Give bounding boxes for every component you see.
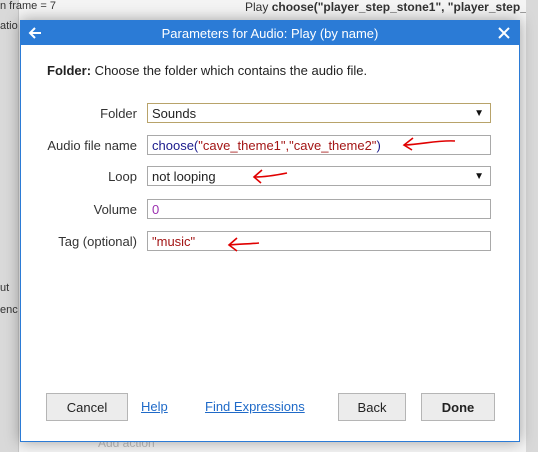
dialog-title: Parameters for Audio: Play (by name) [161,25,379,41]
loop-value: not looping [152,168,216,184]
parameters-dialog: Parameters for Audio: Play (by name) Fol… [20,20,520,442]
background-action-prefix: Play [245,0,272,14]
row-audio-file-name: Audio file name choose("cave_theme1","ca… [31,134,491,156]
loop-select[interactable]: not looping ▼ [147,166,491,186]
audio-file-name-label: Audio file name [47,137,137,153]
volume-label: Volume [93,201,137,217]
audio-file-name-input[interactable]: choose("cave_theme1","cave_theme2") [147,135,491,155]
dialog-titlebar: Parameters for Audio: Play (by name) [21,21,519,45]
expr-function: choose( [152,137,199,153]
find-expressions-link[interactable]: Find Expressions [205,399,305,414]
back-button[interactable]: Back [338,393,406,421]
tag-value: "music" [152,233,196,249]
close-icon[interactable] [495,24,513,42]
row-loop: Loop not looping ▼ [31,165,491,187]
background-text-side-a: ut [0,282,10,294]
row-volume: Volume 0 [31,198,491,220]
cancel-button[interactable]: Cancel [46,393,128,421]
triangle-down-icon: ▼ [474,108,484,119]
tag-label: Tag (optional) [58,233,137,249]
expr-close-paren: ) [376,137,381,153]
info-label: Folder: [47,63,92,78]
info-description: Choose the folder which contains the aud… [91,63,368,78]
background-text-side: atio [0,20,18,32]
background-right-panel [526,0,538,452]
background-left-panel [0,0,19,452]
folder-label: Folder [100,105,137,121]
help-link[interactable]: Help [141,399,168,414]
background-action-text: Play choose("player_step_stone1", "playe… [245,0,538,14]
background-text-side-b: enc [0,304,18,316]
row-folder: Folder Sounds ▼ [31,102,491,124]
done-button[interactable]: Done [421,393,495,421]
volume-value: 0 [152,201,160,217]
folder-select[interactable]: Sounds ▼ [147,103,491,123]
row-tag: Tag (optional) "music" [31,230,491,252]
background-action-call: choose("player_step_stone1", "player_ste… [271,0,538,14]
folder-value: Sounds [152,105,197,121]
dialog-info-text: Folder: Choose the folder which contains… [47,63,367,78]
volume-input[interactable]: 0 [147,199,491,219]
dialog-button-bar: Cancel Help Find Expressions Back Done [21,393,519,423]
expr-arguments: "cave_theme1","cave_theme2" [198,137,377,153]
tag-input[interactable]: "music" [147,231,491,251]
arrow-left-icon[interactable] [27,24,45,42]
background-text-frame: n frame = 7 [0,0,56,12]
loop-label: Loop [108,168,137,184]
triangle-down-icon: ▼ [474,171,484,182]
